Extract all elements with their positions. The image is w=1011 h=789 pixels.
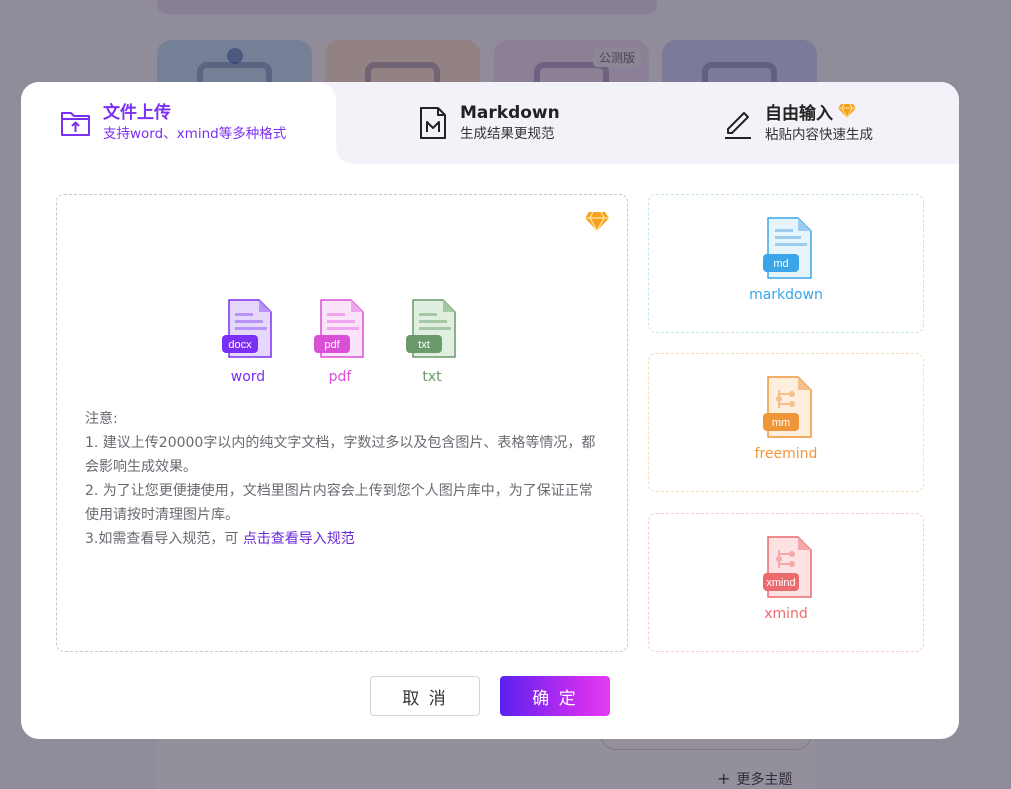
pdf-file-icon: pdf	[314, 299, 364, 358]
option-label: xmind	[764, 606, 808, 622]
markdown-file-icon	[416, 106, 450, 140]
word-file-icon: docx	[222, 299, 272, 358]
import-option-freemind[interactable]: mm freemind	[648, 353, 924, 492]
markdown-file-icon: md	[759, 217, 815, 283]
import-tabs: 文件上传 支持word、xmind等多种格式 Markdown 生成结果更规范	[21, 82, 959, 164]
vip-diamond-icon	[838, 102, 856, 124]
svg-text:pdf: pdf	[324, 339, 340, 351]
tab-title: 自由输入	[765, 103, 833, 124]
svg-text:md: md	[773, 258, 788, 270]
tab-subtitle: 生成结果更规范	[460, 126, 555, 142]
note-line-1: 1. 建议上传20000字以内的纯文字文档，字数过多以及包含图片、表格等情况，都…	[85, 435, 596, 475]
cancel-button[interactable]: 取 消	[370, 676, 480, 716]
confirm-button[interactable]: 确 定	[500, 676, 610, 716]
svg-text:mm: mm	[772, 417, 790, 429]
note-line-2: 2. 为了让您更便捷使用，文档里图片内容会上传到您个人图片库中，为了保证正常使用…	[85, 483, 593, 523]
view-import-spec-link[interactable]: 点击查看导入规范	[243, 531, 355, 547]
note-line-3: 3.如需查看导入规范，可 点击查看导入规范	[85, 531, 355, 547]
tab-title: Markdown	[460, 103, 560, 123]
tab-markdown[interactable]: Markdown 生成结果更规范	[416, 82, 560, 164]
supported-file-types: docx word pdf pdf txt txt	[222, 299, 458, 385]
upload-folder-icon	[59, 106, 93, 140]
file-drop-zone[interactable]: docx word pdf pdf txt txt 注意: 1. 建议上传200…	[56, 194, 628, 652]
notes-heading: 注意:	[85, 411, 118, 427]
file-type-pdf: pdf pdf	[314, 299, 366, 385]
mindmap-file-icon: xmind	[759, 536, 815, 602]
pencil-icon	[721, 106, 755, 140]
option-label: freemind	[754, 446, 818, 462]
tab-subtitle: 支持word、xmind等多种格式	[103, 126, 287, 142]
upload-notes: 注意: 1. 建议上传20000字以内的纯文字文档，字数过多以及包含图片、表格等…	[85, 407, 605, 551]
mindmap-file-icon: mm	[759, 376, 815, 442]
tab-subtitle: 粘贴内容快速生成	[765, 126, 873, 143]
option-label: markdown	[749, 287, 823, 303]
import-dialog: 文件上传 支持word、xmind等多种格式 Markdown 生成结果更规范	[21, 82, 959, 739]
svg-text:docx: docx	[228, 339, 252, 351]
tab-file-upload[interactable]: 文件上传 支持word、xmind等多种格式	[21, 82, 352, 164]
import-option-xmind[interactable]: xmind xmind	[648, 513, 924, 652]
file-type-label: txt	[422, 369, 442, 385]
file-type-word: docx word	[222, 299, 274, 385]
txt-file-icon: txt	[406, 299, 456, 358]
file-type-label: pdf	[328, 369, 352, 385]
file-type-txt: txt txt	[406, 299, 458, 385]
tab-title: 文件上传	[103, 103, 171, 123]
file-type-label: word	[230, 369, 266, 385]
svg-text:xmind: xmind	[766, 577, 795, 589]
svg-text:txt: txt	[418, 339, 430, 351]
vip-diamond-icon	[585, 211, 609, 235]
import-option-markdown[interactable]: md markdown	[648, 194, 924, 333]
tab-free-input[interactable]: 自由输入 粘贴内容快速生成	[721, 82, 873, 164]
